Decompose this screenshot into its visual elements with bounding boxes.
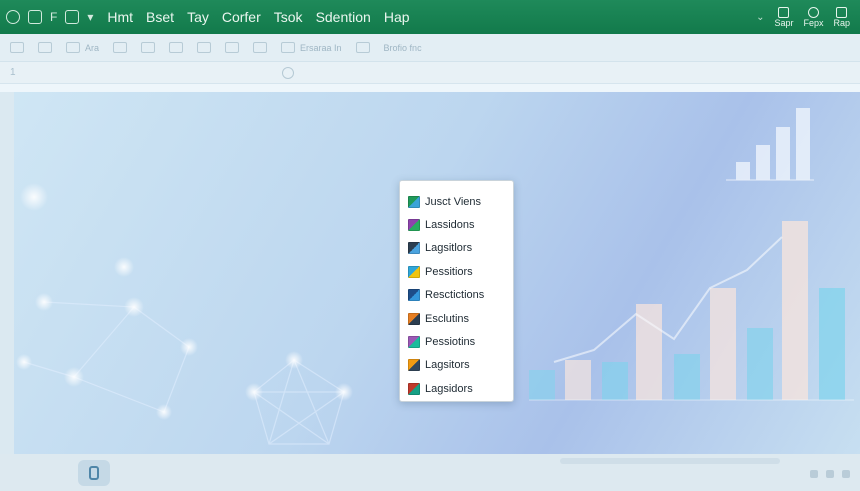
format-icon[interactable] [113, 42, 128, 53]
ribbon-group-label: Ersaraa In [300, 42, 342, 53]
percent-icon[interactable] [253, 42, 268, 53]
chart-type-menu-item[interactable]: Resctictions [400, 284, 513, 307]
area-chart-icon [408, 265, 420, 278]
chart-type-menu-item[interactable]: Jusct Viens [400, 190, 513, 213]
menu-bar: Hmt Bset Tay Corfer Tsok Sdention Hap [107, 9, 409, 25]
menu-item[interactable]: Tsok [274, 9, 303, 25]
fill-icon[interactable] [197, 42, 212, 53]
normal-view-icon[interactable] [810, 470, 818, 478]
title-actions: ⌄ Sapr Fepx Rap [756, 6, 860, 28]
align-icon[interactable] [141, 42, 156, 53]
chart-type-menu-item[interactable]: Lagsidors [400, 377, 513, 400]
chart-type-label: Resctictions [425, 289, 485, 302]
menu-item[interactable]: Tay [187, 9, 209, 25]
bar-chart-icon [408, 219, 420, 232]
chart-type-label: Jusct Viens [425, 195, 482, 208]
chart-type-label: Lassidons [425, 219, 475, 232]
chart-type-label: Pessitiors [425, 265, 473, 278]
ribbon-group-chart[interactable]: Brofio fnc [384, 43, 422, 53]
trend-chart-icon [408, 289, 420, 302]
grid-chart-icon [408, 195, 420, 208]
pen-icon[interactable]: Sapr [774, 6, 793, 28]
person-icon[interactable]: Fepx [803, 6, 823, 28]
row-header-gutter [0, 92, 14, 454]
chart-type-menu-item[interactable]: Pessitiors [400, 260, 513, 283]
ribbon-group-label: Ara [85, 42, 100, 53]
cell-reference[interactable]: 1 [10, 67, 16, 78]
chart-type-menu: Jusct Viens Lassidons Lagsitlors Pessitiors… [399, 180, 514, 402]
paste-icon[interactable] [10, 42, 24, 53]
ribbon-group-font[interactable]: Ara [66, 42, 99, 53]
dropdown-icon[interactable]: ▾ [87, 10, 93, 24]
gift-icon[interactable]: Rap [833, 6, 850, 28]
pivot-chart-icon [408, 359, 420, 372]
number-icon[interactable] [225, 42, 240, 53]
ribbon-group-insert[interactable]: Ersaraa In [281, 42, 342, 53]
horizontal-scrollbar[interactable] [560, 458, 780, 464]
save-icon[interactable] [28, 10, 42, 24]
formula-bar[interactable]: 1 [0, 62, 860, 84]
chevron-down-icon[interactable]: ⌄ [756, 12, 764, 23]
zoom-icon[interactable] [842, 470, 850, 478]
chart-type-menu-item[interactable]: Esclutins [400, 307, 513, 330]
combo-chart-icon [408, 312, 420, 325]
taskbar-app-icon[interactable] [78, 460, 110, 486]
chart-type-label: Lagsitors [425, 359, 470, 372]
undo-icon[interactable] [38, 42, 52, 53]
menu-item[interactable]: Sdention [316, 9, 371, 25]
stacked-chart-icon [408, 382, 420, 395]
function-icon[interactable] [282, 67, 294, 79]
title-bar: F ▾ Hmt Bset Tay Corfer Tsok Sdention Ha… [0, 0, 860, 34]
menu-item[interactable]: Corfer [222, 9, 261, 25]
menu-item[interactable]: Hap [384, 9, 410, 25]
chart-type-menu-item[interactable]: Lassidons [400, 213, 513, 236]
insert-icon [281, 42, 296, 53]
home-icon[interactable] [65, 10, 80, 24]
status-bar-controls [810, 470, 850, 478]
chart-type-label: Pessiotins [425, 336, 476, 349]
chart-type-menu-item[interactable]: Lagsitlors [400, 237, 513, 260]
table-icon[interactable] [355, 42, 370, 53]
striped-chart-icon [408, 336, 420, 349]
page-layout-icon[interactable] [826, 470, 834, 478]
line-chart-icon [408, 242, 420, 255]
chart-type-label: Esclutins [425, 312, 470, 325]
app-logo-icon[interactable] [6, 10, 20, 24]
chart-type-menu-item[interactable]: Lagsitors [400, 354, 513, 377]
menu-item[interactable]: Hmt [107, 9, 133, 25]
ribbon: Ara Ersaraa In Brofio fnc [0, 34, 860, 62]
chart-type-label: Lagsidors [425, 382, 473, 395]
chart-type-label: Lagsitlors [425, 242, 473, 255]
chart-type-menu-item[interactable]: Pessiotins [400, 330, 513, 353]
font-icon [66, 42, 80, 53]
border-icon[interactable] [169, 42, 184, 53]
menu-item[interactable]: Bset [146, 9, 174, 25]
ribbon-group-label: Brofio fnc [383, 42, 422, 53]
quick-access-toolbar: F ▾ [0, 10, 93, 24]
quick-access-label[interactable]: F [50, 10, 57, 24]
